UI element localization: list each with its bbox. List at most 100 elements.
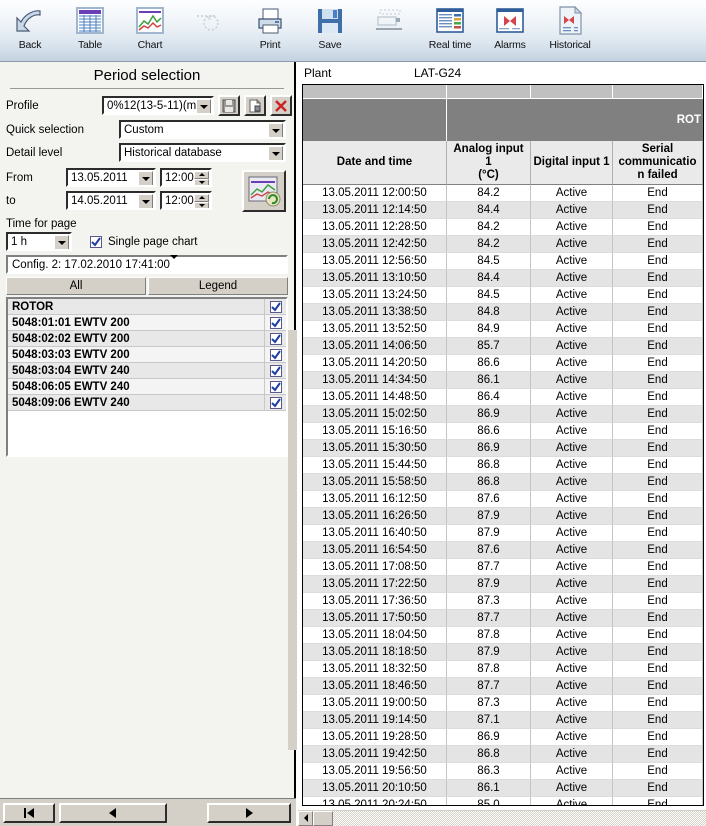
table-row[interactable]: 13.05.2011 19:42:50 86.8 Active End xyxy=(303,746,703,763)
table-row[interactable]: 13.05.2011 17:36:50 87.3 Active End xyxy=(303,593,703,610)
list-item[interactable]: 5048:09:06 EWTV 240 xyxy=(8,395,286,411)
table-row[interactable]: 13.05.2011 15:16:50 86.6 Active End xyxy=(303,423,703,440)
table-row[interactable]: 13.05.2011 18:04:50 87.8 Active End xyxy=(303,627,703,644)
table-row[interactable]: 13.05.2011 13:10:50 84.4 Active End xyxy=(303,270,703,287)
variable-list[interactable]: ROTOR 5048:01:01 EWTV 200 5048:02:02 EWT… xyxy=(6,297,288,457)
table-row[interactable]: 13.05.2011 12:56:50 84.5 Active End xyxy=(303,253,703,270)
list-item[interactable]: 5048:06:05 EWTV 240 xyxy=(8,379,286,395)
table-row[interactable]: 13.05.2011 18:32:50 87.8 Active End xyxy=(303,661,703,678)
grid-rows[interactable]: 13.05.2011 12:00:50 84.2 Active End 13.05.20… xyxy=(303,185,703,805)
toolbar-button-save[interactable]: Save xyxy=(300,0,360,60)
scroll-track[interactable] xyxy=(333,810,706,826)
table-row[interactable]: 13.05.2011 17:08:50 87.7 Active End xyxy=(303,559,703,576)
toolbar-button-real-time[interactable]: Real time xyxy=(420,0,480,60)
list-item-checkbox[interactable] xyxy=(264,299,286,314)
toolbar-button-historical[interactable]: Historical xyxy=(540,0,600,60)
detail-level-combo[interactable]: Historical database xyxy=(119,143,286,162)
column-header-analog[interactable]: Analog input 1 (°C) xyxy=(447,141,531,185)
list-item-checkbox[interactable] xyxy=(264,347,286,362)
table-row[interactable]: 13.05.2011 18:18:50 87.9 Active End xyxy=(303,644,703,661)
from-date-field[interactable]: 13.05.2011 xyxy=(66,168,156,187)
table-row[interactable]: 13.05.2011 12:14:50 84.4 Active End xyxy=(303,202,703,219)
list-item[interactable]: 5048:03:03 EWTV 200 xyxy=(8,347,286,363)
chevron-down-icon[interactable] xyxy=(54,235,69,249)
table-row[interactable]: 13.05.2011 13:38:50 84.8 Active End xyxy=(303,304,703,321)
column-header-digital[interactable]: Digital input 1 xyxy=(531,141,613,185)
from-time-spinner[interactable] xyxy=(194,171,209,185)
first-page-button[interactable] xyxy=(3,802,55,823)
list-item-checkbox[interactable] xyxy=(264,379,286,394)
list-item-checkbox[interactable] xyxy=(264,395,286,410)
refresh-chart-button[interactable] xyxy=(242,170,286,212)
table-row[interactable]: 13.05.2011 12:42:50 84.2 Active End xyxy=(303,236,703,253)
delete-profile-button[interactable] xyxy=(270,95,292,116)
table-row[interactable]: 13.05.2011 12:00:50 84.2 Active End xyxy=(303,185,703,202)
chevron-down-icon[interactable] xyxy=(196,99,211,113)
tab-legend[interactable]: Legend xyxy=(148,277,288,295)
chevron-down-icon[interactable] xyxy=(169,254,178,271)
previous-page-button[interactable] xyxy=(59,802,167,823)
list-item[interactable]: 5048:02:02 EWTV 200 xyxy=(8,331,286,347)
toolbar-button-print[interactable]: Print xyxy=(240,0,300,60)
profile-combo[interactable]: 0%12(13-5-11)(m→ xyxy=(102,96,214,115)
list-item[interactable]: 5048:01:01 EWTV 200 xyxy=(8,315,286,331)
table-row[interactable]: 13.05.2011 20:24:50 85.0 Active End xyxy=(303,797,703,805)
scroll-thumb[interactable] xyxy=(313,810,333,826)
column-header-serial[interactable]: Serial communicatio n failed xyxy=(613,141,703,185)
toolbar-button-back[interactable]: Back xyxy=(0,0,60,60)
column-header-date[interactable]: Date and time xyxy=(303,141,447,185)
table-row[interactable]: 13.05.2011 14:48:50 86.4 Active End xyxy=(303,389,703,406)
scroll-left-button[interactable] xyxy=(298,810,313,826)
from-time-field[interactable]: 12:00 xyxy=(160,168,212,187)
table-row[interactable]: 13.05.2011 15:30:50 86.9 Active End xyxy=(303,440,703,457)
left-panel-scrollbar[interactable] xyxy=(288,330,297,750)
table-row[interactable]: 13.05.2011 16:12:50 87.6 Active End xyxy=(303,491,703,508)
table-row[interactable]: 13.05.2011 16:40:50 87.9 Active End xyxy=(303,525,703,542)
chevron-down-icon[interactable] xyxy=(268,146,283,160)
grid-horizontal-scrollbar[interactable] xyxy=(298,809,706,826)
table-row[interactable]: 13.05.2011 20:10:50 86.1 Active End xyxy=(303,780,703,797)
tab-all[interactable]: All xyxy=(6,277,146,295)
single-page-chart-checkbox[interactable] xyxy=(90,235,102,248)
table-row[interactable]: 13.05.2011 16:54:50 87.6 Active End xyxy=(303,542,703,559)
config-combo[interactable]: Config. 2: 17.02.2010 17:41:00 xyxy=(6,254,288,274)
list-item-checkbox[interactable] xyxy=(264,315,286,330)
table-row[interactable]: 13.05.2011 13:24:50 84.5 Active End xyxy=(303,287,703,304)
copy-profile-button[interactable] xyxy=(244,95,266,116)
list-item[interactable]: 5048:03:04 EWTV 240 xyxy=(8,363,286,379)
data-grid[interactable]: ROT Date and time Analog input 1 (°C) Di… xyxy=(302,84,704,806)
list-item-checkbox[interactable] xyxy=(264,331,286,346)
to-time-field[interactable]: 12:00 xyxy=(160,191,212,210)
list-item-checkbox[interactable] xyxy=(264,363,286,378)
time-for-page-combo[interactable]: 1 h xyxy=(6,232,72,251)
table-row[interactable]: 13.05.2011 19:14:50 87.1 Active End xyxy=(303,712,703,729)
chevron-down-icon[interactable] xyxy=(138,171,153,185)
table-row[interactable]: 13.05.2011 14:06:50 85.7 Active End xyxy=(303,338,703,355)
table-row[interactable]: 13.05.2011 16:26:50 87.9 Active End xyxy=(303,508,703,525)
to-time-spinner[interactable] xyxy=(194,194,209,208)
table-row[interactable]: 13.05.2011 13:52:50 84.9 Active End xyxy=(303,321,703,338)
table-row[interactable]: 13.05.2011 14:34:50 86.1 Active End xyxy=(303,372,703,389)
table-row[interactable]: 13.05.2011 18:46:50 87.7 Active End xyxy=(303,678,703,695)
to-date-field[interactable]: 14.05.2011 xyxy=(66,191,156,210)
table-row[interactable]: 13.05.2011 17:22:50 87.9 Active End xyxy=(303,576,703,593)
table-row[interactable]: 13.05.2011 15:44:50 86.8 Active End xyxy=(303,457,703,474)
table-row[interactable]: 13.05.2011 12:28:50 84.2 Active End xyxy=(303,219,703,236)
save-profile-button[interactable] xyxy=(218,95,240,116)
table-row[interactable]: 13.05.2011 19:00:50 87.3 Active End xyxy=(303,695,703,712)
chevron-down-icon[interactable] xyxy=(138,194,153,208)
list-item[interactable]: ROTOR xyxy=(8,299,286,315)
table-row[interactable]: 13.05.2011 15:58:50 86.8 Active End xyxy=(303,474,703,491)
table-row[interactable]: 13.05.2011 17:50:50 87.7 Active End xyxy=(303,610,703,627)
toolbar-button-chart[interactable]: Chart xyxy=(120,0,180,60)
chevron-down-icon[interactable] xyxy=(268,123,283,137)
next-page-button[interactable] xyxy=(207,802,291,823)
cell-datetime: 13.05.2011 18:46:50 xyxy=(303,678,447,695)
toolbar-button-alarms[interactable]: Alarms xyxy=(480,0,540,60)
table-row[interactable]: 13.05.2011 19:56:50 86.3 Active End xyxy=(303,763,703,780)
quick-selection-combo[interactable]: Custom xyxy=(119,120,286,139)
table-row[interactable]: 13.05.2011 19:28:50 86.9 Active End xyxy=(303,729,703,746)
table-row[interactable]: 13.05.2011 14:20:50 86.6 Active End xyxy=(303,355,703,372)
table-row[interactable]: 13.05.2011 15:02:50 86.9 Active End xyxy=(303,406,703,423)
toolbar-button-table[interactable]: Table xyxy=(60,0,120,60)
